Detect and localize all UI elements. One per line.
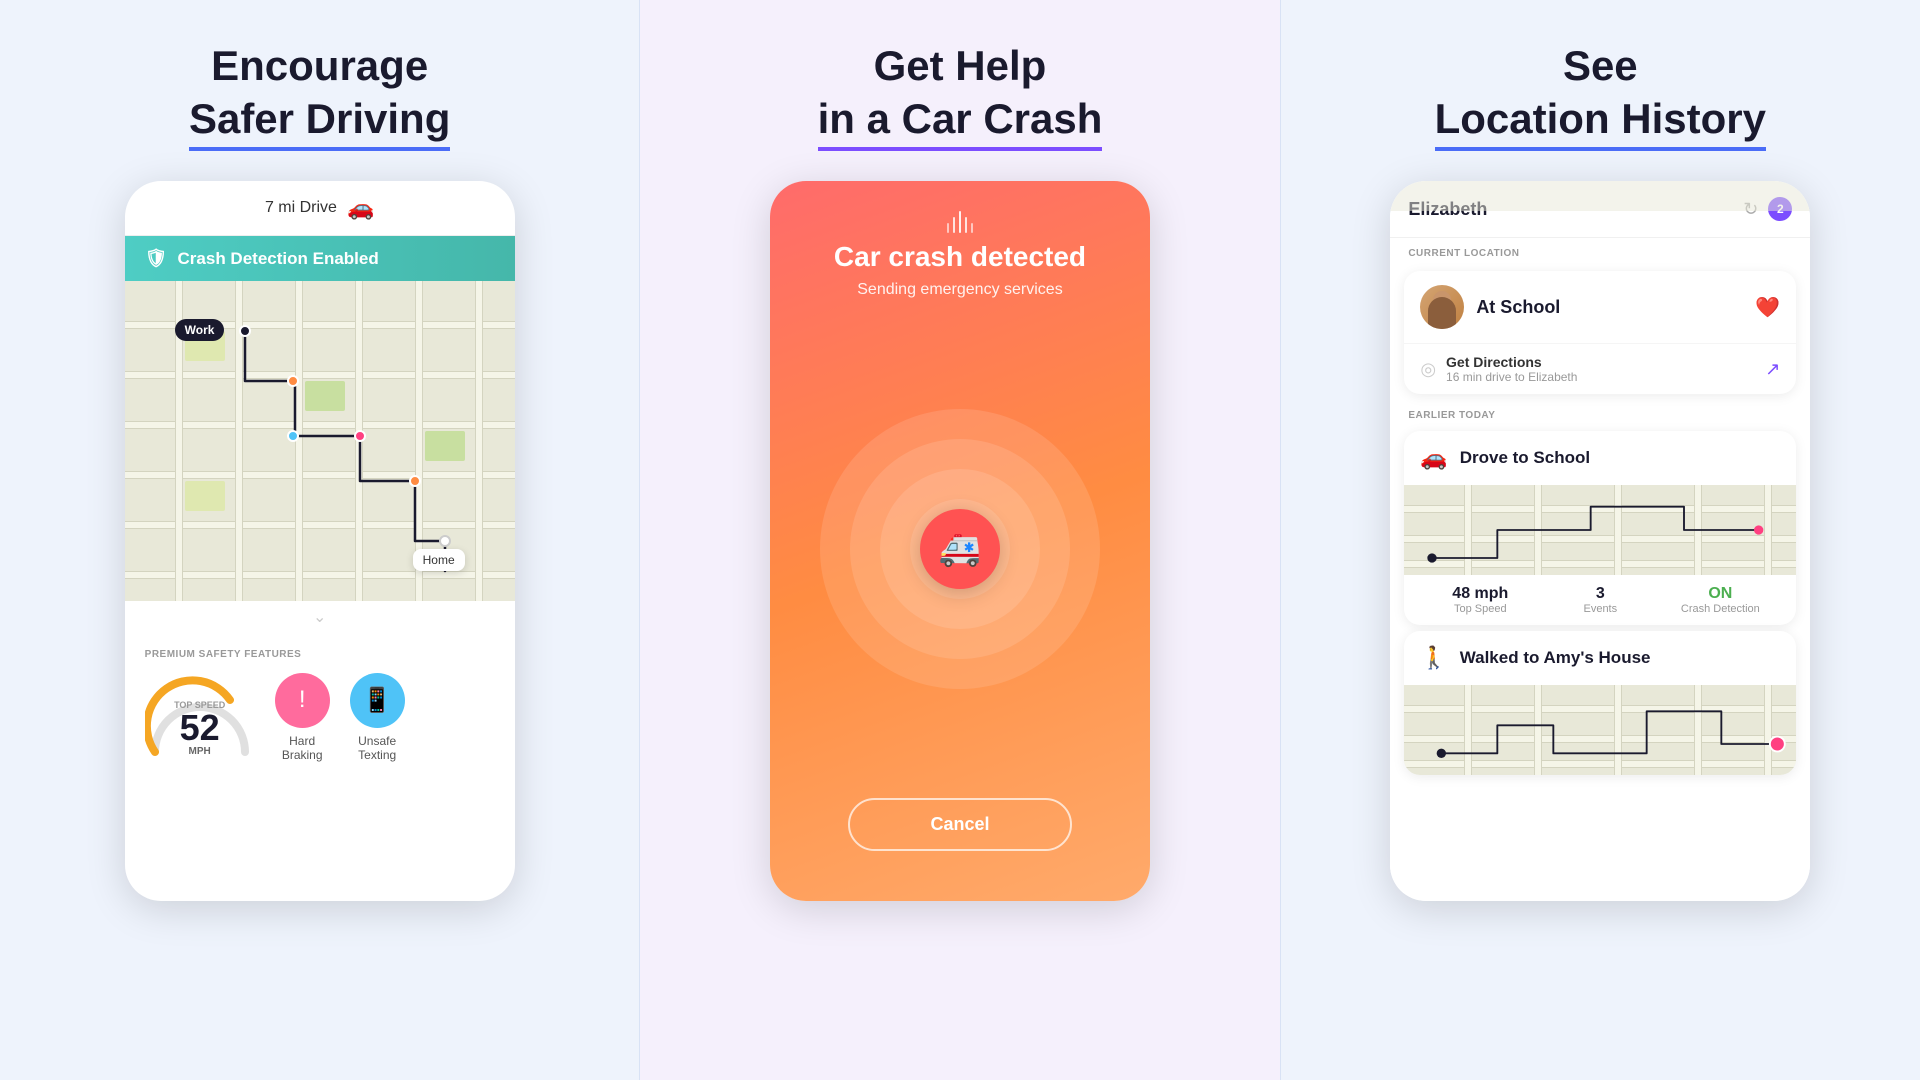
route-dot-start — [239, 325, 251, 337]
crash-detection-lbl: Crash Detection — [1660, 603, 1780, 615]
panel1-heading: Encourage Safer Driving — [189, 40, 450, 151]
phone-frame-1: 7 mi Drive 🚗 🛡 Crash Detection Enabled — [125, 181, 515, 901]
panel2-heading-line1: Get Help — [818, 40, 1103, 93]
panel3-heading-line2: Location History — [1435, 93, 1766, 152]
work-label: Work — [175, 319, 225, 341]
earlier-today-label: EARLIER TODAY — [1390, 400, 1810, 425]
location-screen: Elizabeth ↻ 2 CURRENT LOCATION A — [1390, 181, 1810, 901]
chevron-down-icon[interactable]: ⌄ — [125, 601, 515, 633]
location-scroll[interactable]: CURRENT LOCATION At School ❤️ ◎ — [1390, 238, 1810, 901]
crash-banner[interactable]: 🛡 Crash Detection Enabled — [125, 236, 515, 281]
at-school-name: At School — [1476, 297, 1743, 318]
drive-time: 16 min drive to Elizabeth — [1446, 370, 1755, 384]
drove-map — [1404, 485, 1796, 575]
lh-header: Elizabeth ↻ 2 — [1390, 181, 1810, 238]
unsafe-texting-icon: 📱 — [350, 673, 405, 728]
drove-to-school-card[interactable]: 🚗 Drove to School — [1404, 431, 1796, 625]
route-dot-pink — [354, 430, 366, 442]
crash-screen: Car crash detected Sending emergency ser… — [770, 181, 1150, 901]
events-stat: 3 Events — [1540, 585, 1660, 615]
radar-container: 🚑 — [820, 409, 1100, 689]
home-label: Home — [413, 549, 465, 571]
exclamation-icon: ! — [299, 686, 306, 714]
drive-header: 7 mi Drive 🚗 — [125, 181, 515, 236]
route-dot-blue — [287, 430, 299, 442]
route-dot-orange2 — [409, 475, 421, 487]
drive-distance: 7 mi Drive — [265, 199, 337, 217]
panel1-heading-line2: Safer Driving — [189, 93, 450, 152]
hard-braking-label: HardBraking — [282, 734, 323, 762]
car-icon: 🚗 — [347, 195, 374, 221]
route-dot-end — [439, 535, 451, 547]
location-pin-icon: ◎ — [1420, 359, 1436, 380]
top-speed-stat: 48 mph Top Speed — [1420, 585, 1540, 615]
ambulance-icon: 🚑 — [920, 509, 1000, 589]
top-speed-lbl: Top Speed — [1420, 603, 1540, 615]
crash-title: Car crash detected — [834, 241, 1086, 273]
speed-number: 52 — [174, 710, 225, 746]
hard-braking-icon: ! — [275, 673, 330, 728]
panel-car-crash: Get Help in a Car Crash Car crash detect… — [640, 0, 1280, 1080]
walked-card[interactable]: 🚶 Walked to Amy's House — [1404, 631, 1796, 775]
drove-name: Drove to School — [1460, 448, 1590, 468]
heart-icon[interactable]: ❤️ — [1755, 295, 1780, 320]
crash-detection-stat: ON Crash Detection — [1660, 585, 1780, 615]
get-directions-label: Get Directions — [1446, 354, 1755, 370]
phone-frame-2: Car crash detected Sending emergency ser… — [770, 181, 1150, 901]
phone-icon: 📱 — [362, 686, 392, 715]
stats-panel: PREMIUM SAFETY FEATURES TOP SPEED 52 MPH — [125, 633, 515, 778]
trip-stats: 48 mph Top Speed 3 Events ON Crash Detec… — [1404, 575, 1796, 625]
panel-location-history: See Location History Elizabeth ↻ 2 CURRE… — [1281, 0, 1920, 1080]
unsafe-texting-label: UnsafeTexting — [358, 734, 396, 762]
stats-row: TOP SPEED 52 MPH ! HardBraking 📱 — [145, 672, 495, 762]
walked-name: Walked to Amy's House — [1460, 648, 1651, 668]
panel2-heading-line2: in a Car Crash — [818, 93, 1103, 152]
panel3-heading-line1: See — [1435, 40, 1766, 93]
route-dot-orange — [287, 375, 299, 387]
crash-text-area: Car crash detected Sending emergency ser… — [834, 241, 1086, 299]
walked-header: 🚶 Walked to Amy's House — [1404, 631, 1796, 685]
shield-icon: 🛡 — [145, 248, 168, 269]
panel3-heading: See Location History — [1435, 40, 1766, 151]
crash-subtitle: Sending emergency services — [834, 281, 1086, 299]
panel1-heading-line1: Encourage — [189, 40, 450, 93]
unsafe-texting-stat: 📱 UnsafeTexting — [350, 673, 405, 762]
crash-banner-text: Crash Detection Enabled — [178, 249, 379, 269]
speedometer: TOP SPEED 52 MPH — [145, 672, 255, 762]
directions-row[interactable]: ◎ Get Directions 16 min drive to Elizabe… — [1404, 343, 1796, 394]
walk-trip-icon: 🚶 — [1420, 645, 1447, 671]
at-school-card[interactable]: At School ❤️ ◎ Get Directions 16 min dri… — [1404, 271, 1796, 394]
at-school-header: At School ❤️ — [1404, 271, 1796, 343]
car-trip-icon: 🚗 — [1420, 445, 1447, 471]
directions-text: Get Directions 16 min drive to Elizabeth — [1446, 354, 1755, 384]
top-speed-value: 48 mph — [1420, 585, 1540, 603]
hard-braking-stat: ! HardBraking — [275, 673, 330, 762]
panel-safer-driving: Encourage Safer Driving 7 mi Drive 🚗 🛡 C… — [0, 0, 640, 1080]
panel2-heading: Get Help in a Car Crash — [818, 40, 1103, 151]
events-lbl: Events — [1540, 603, 1660, 615]
share-icon[interactable]: ↗ — [1765, 359, 1780, 380]
current-location-label: CURRENT LOCATION — [1390, 238, 1810, 265]
map-area: Work Home — [125, 281, 515, 601]
crash-detection-value: ON — [1660, 585, 1780, 603]
premium-label: PREMIUM SAFETY FEATURES — [145, 649, 495, 660]
drove-header: 🚗 Drove to School — [1404, 431, 1796, 485]
walked-map — [1404, 685, 1796, 775]
phone-frame-3: Elizabeth ↻ 2 CURRENT LOCATION A — [1390, 181, 1810, 901]
events-value: 3 — [1540, 585, 1660, 603]
avatar — [1420, 285, 1464, 329]
cancel-button[interactable]: Cancel — [848, 798, 1071, 851]
